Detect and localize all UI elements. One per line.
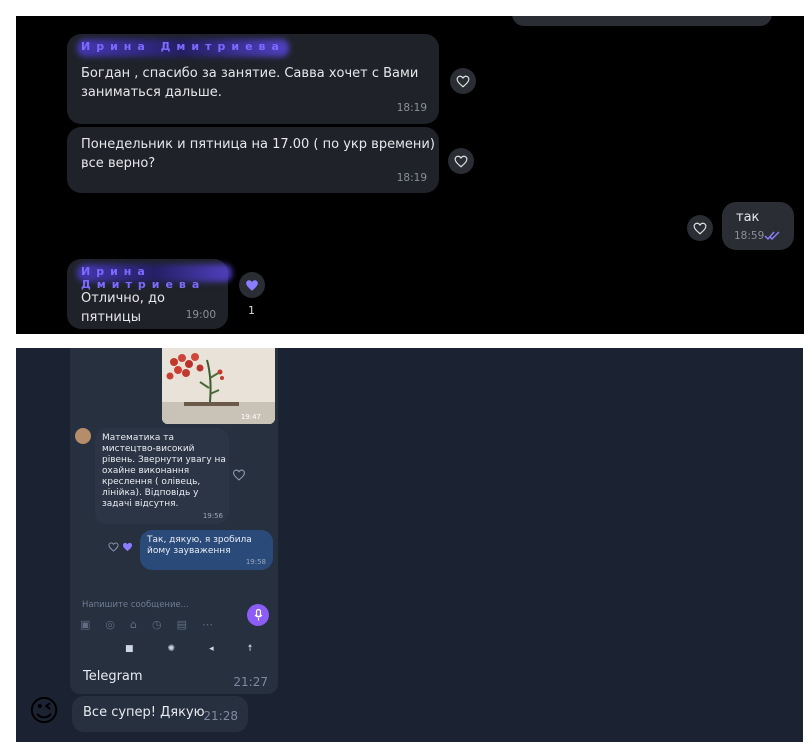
message-text: Все супер! Дякую [83,705,205,720]
message-bubble[interactable]: Понедельник и пятница на 17.00 ( по укр … [67,127,439,193]
back-icon[interactable]: ◂ [209,644,214,654]
like-count: 1 [248,304,255,317]
double-check-icon [764,231,780,241]
heart-outline-icon [108,542,119,552]
mic-button[interactable] [247,604,269,626]
message-bubble[interactable]: Ирина Дмитриева Богдан , спасибо за заня… [67,34,439,124]
message-time: 21:28 [203,709,238,723]
reaction-hearts[interactable] [108,542,133,552]
home-icon[interactable]: ✺ [168,644,176,654]
previous-message-edge [512,16,772,26]
contact-avatar[interactable] [75,428,91,444]
heart-filled-icon [246,279,258,291]
attach-icon[interactable]: ▤ [177,618,187,631]
recent-apps-icon[interactable]: ■ [125,644,134,654]
message-time: 21:27 [233,675,268,689]
heart-filled-icon [122,542,133,552]
outgoing-message-bubble[interactable]: Так, дякую, я зробила йому зауваження 19… [140,530,273,570]
message-bubble[interactable]: Все супер! Дякую 21:28 [72,696,248,732]
message-bubble[interactable]: Ирина Дмитриева Отлично, до пятницы 19:0… [67,259,232,329]
message-text: Богдан , спасибо за занятие. Савва хочет… [81,66,419,81]
message-time: 18:19 [396,172,427,184]
outgoing-message-bubble[interactable]: так 18:59 [722,202,794,250]
microphone-icon [254,609,262,621]
message-time: 18:19 [396,102,427,114]
sender-avatar-emoji[interactable]: 😍 [24,258,64,298]
liked-heart-button[interactable] [239,272,265,298]
message-text: так [736,210,760,225]
heart-outline-icon [232,469,246,481]
message-input[interactable]: Напишите сообщение... [82,600,189,610]
react-button[interactable] [232,466,246,485]
photo-time: 19:47 [240,413,261,421]
sender-name: Ирина Дмитриева [77,264,232,291]
like-button[interactable] [450,68,476,94]
sender-name: Ирина Дмитриева [77,39,289,57]
viber-chat-screenshot: 😍 Ирина Дмитриева Богдан , спасибо за за… [16,16,804,334]
embedded-phone-screenshot: 19:47 Математика та мистецтво-високий рі… [70,348,278,694]
heart-outline-icon [693,222,707,235]
accessibility-icon[interactable]: ☨ [248,644,253,654]
gif-icon[interactable]: ◎ [105,618,115,631]
message-text: заниматься дальше. [81,85,222,100]
sender-avatar-emoji[interactable]: 😉 [26,694,62,730]
android-nav-bar: ■ ✺ ◂ ☨ [125,644,253,654]
sticker-icon[interactable]: ▣ [80,618,90,631]
incoming-message-bubble[interactable]: Математика та мистецтво-високий рівень. … [95,428,229,524]
message-text: все верно? [81,156,156,171]
message-text: Математика та мистецтво-високий рівень. … [102,433,226,509]
message-time: 19:56 [202,512,223,520]
photo-attachment[interactable]: 19:47 [162,348,275,424]
telegram-label: Telegram [83,669,143,684]
message-text: Так, дякую, я зробила йому зауваження [147,535,252,556]
heart-outline-icon [456,75,470,88]
message-time: 18:59 [734,230,765,242]
like-button[interactable] [448,148,474,174]
sender-avatar-emoji[interactable]: 😍 [24,33,64,73]
message-text: Отлично, до пятницы [81,291,165,325]
message-time: 19:58 [245,558,266,566]
camera-icon[interactable]: ⌂ [130,618,137,631]
more-icon[interactable]: ⋯ [202,618,213,631]
heart-outline-icon [454,155,468,168]
timer-icon[interactable]: ◷ [152,618,162,631]
telegram-chat-screenshot: 19:47 Математика та мистецтво-високий рі… [16,348,803,742]
message-time: 19:00 [185,309,216,321]
like-button[interactable] [687,215,713,241]
input-toolbar: ▣ ◎ ⌂ ◷ ▤ ⋯ [80,618,213,631]
